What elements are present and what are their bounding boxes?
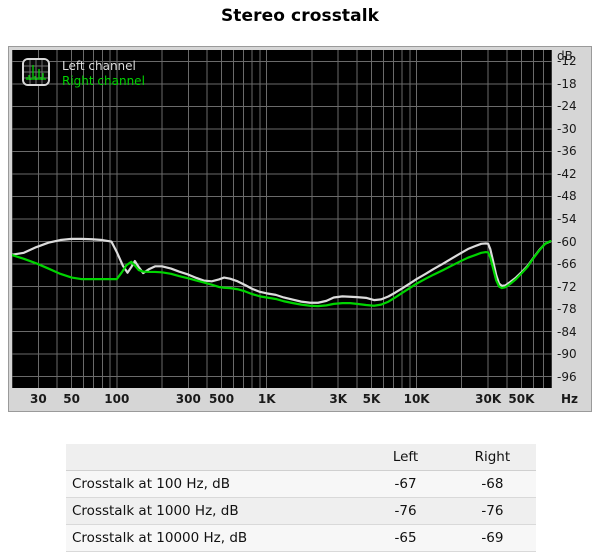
cell-measurement-label: Crosstalk at 10000 Hz, dB <box>66 524 363 552</box>
cell-measurement-label: Crosstalk at 1000 Hz, dB <box>66 497 363 525</box>
y-axis-tick-78: -78 <box>557 302 577 317</box>
table-row: Crosstalk at 1000 Hz, dB -76 -76 <box>66 497 536 525</box>
chart-legend: Left channel Right channel <box>22 58 145 89</box>
y-axis-tick-96: -96 <box>557 369 577 384</box>
column-header-left: Left <box>362 444 449 471</box>
y-axis-tick-72: -72 <box>557 279 577 294</box>
chart-panel: Left channel Right channel dB -12 -18 -24 -3… <box>8 46 592 412</box>
page-title: Stereo crosstalk <box>220 6 380 26</box>
table-head: Left Right <box>66 444 536 471</box>
y-axis-tick-12: -12 <box>557 54 577 69</box>
x-axis-tick-500: 500 <box>209 392 235 406</box>
cell-right-value: -69 <box>448 524 536 552</box>
x-axis-tick-300: 300 <box>175 392 201 406</box>
cell-left-value: -65 <box>362 524 449 552</box>
cell-measurement-label: Crosstalk at 100 Hz, dB <box>66 470 363 498</box>
y-axis-tick-18: -18 <box>557 76 577 91</box>
x-axis-tick-1K: 1K <box>257 392 276 406</box>
x-axis-tick-50: 50 <box>63 392 81 406</box>
y-axis-tick-24: -24 <box>557 99 577 114</box>
x-axis-tick-5K: 5K <box>362 392 381 406</box>
x-axis-unit-label: Hz <box>561 392 579 406</box>
chart-svg <box>12 50 552 388</box>
crosstalk-results-table: Left Right Crosstalk at 100 Hz, dB -67 -68… <box>66 444 536 552</box>
x-axis-tick-50K: 50K <box>508 392 535 406</box>
y-axis-labels: dB -12 -18 -24 -30 -36 -42 -48 -54 -60 -66 -72 -78 -8… <box>555 47 591 391</box>
cell-left-value: -67 <box>362 470 449 498</box>
y-axis-tick-36: -36 <box>557 144 577 159</box>
spectrum-thumbnail-icon <box>22 58 50 86</box>
y-axis-tick-30: -30 <box>557 121 577 136</box>
x-axis-tick-30: 30 <box>30 392 47 406</box>
chart-plot-area: Left channel Right channel <box>12 50 552 388</box>
table-body: Crosstalk at 100 Hz, dB -67 -68 Crosstalk a… <box>66 470 536 552</box>
y-axis-tick-66: -66 <box>557 257 577 272</box>
table-row: Crosstalk at 10000 Hz, dB -65 -69 <box>66 524 536 552</box>
y-axis-tick-42: -42 <box>557 166 577 181</box>
column-header-measurement <box>66 444 363 471</box>
x-axis-labels: 30 50 100 300 500 1K 3K 5K 10K 30K 50K Hz <box>9 390 591 410</box>
y-axis-tick-84: -84 <box>557 324 577 339</box>
cell-left-value: -76 <box>362 497 449 525</box>
x-axis-tick-30K: 30K <box>475 392 502 406</box>
table-row: Crosstalk at 100 Hz, dB -67 -68 <box>66 470 536 498</box>
x-axis-tick-100: 100 <box>104 392 130 406</box>
y-axis-tick-48: -48 <box>557 189 577 204</box>
legend-item-right-channel: Right channel <box>62 74 145 88</box>
legend-labels: Left channel Right channel <box>62 58 145 89</box>
y-axis-tick-54: -54 <box>557 212 577 226</box>
cell-right-value: -76 <box>448 497 536 525</box>
table-header-row: Left Right <box>66 444 536 471</box>
cell-right-value: -68 <box>448 470 536 498</box>
y-axis-tick-60: -60 <box>557 234 577 249</box>
y-axis-tick-90: -90 <box>557 347 577 362</box>
legend-item-left-channel: Left channel <box>62 59 136 73</box>
x-axis-tick-3K: 3K <box>329 392 348 406</box>
x-axis-tick-10K: 10K <box>403 392 430 406</box>
column-header-right: Right <box>448 444 536 471</box>
